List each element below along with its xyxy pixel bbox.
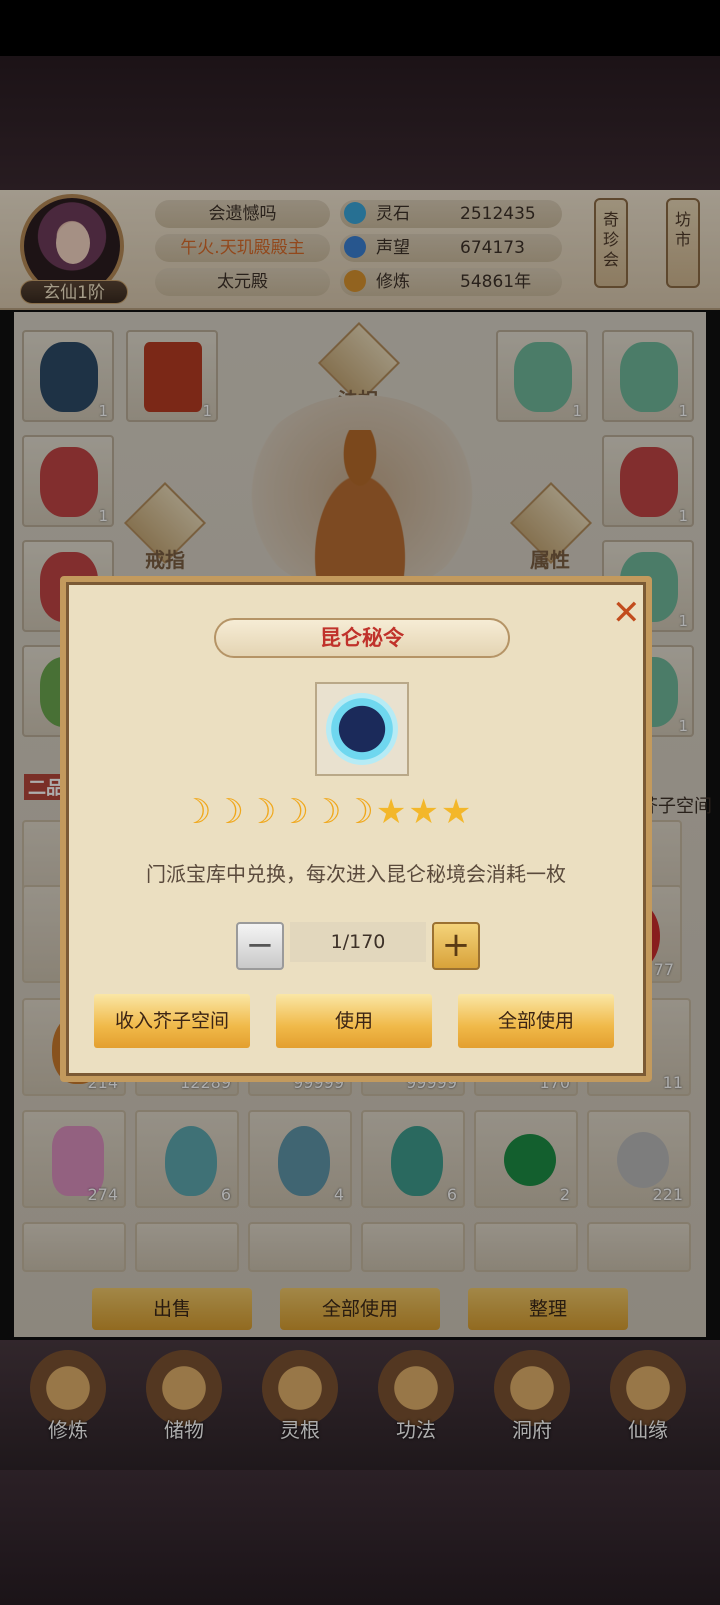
quantity-field[interactable]: 1/170 bbox=[290, 922, 426, 962]
decrease-button[interactable]: − bbox=[236, 922, 284, 970]
moon-icon: ☽ bbox=[213, 792, 246, 832]
use-button[interactable]: 使用 bbox=[276, 994, 432, 1048]
item-detail-dialog: 昆仑秘令 ✕ ☽☽☽☽☽☽★★★ 门派宝库中兑换，每次进入昆仑秘境会消耗一枚 −… bbox=[60, 576, 652, 1082]
moon-icon: ☽ bbox=[343, 792, 376, 832]
close-icon[interactable]: ✕ bbox=[612, 596, 641, 630]
constellation-orb-icon bbox=[326, 693, 398, 765]
moon-icon: ☽ bbox=[245, 792, 279, 832]
moon-icon: ☽ bbox=[310, 792, 344, 832]
item-description: 门派宝库中兑换，每次进入昆仑秘境会消耗一枚 bbox=[146, 862, 566, 886]
star-icon: ★ bbox=[440, 792, 474, 832]
status-bar bbox=[0, 0, 720, 56]
bottom-background bbox=[0, 1470, 720, 1605]
item-rating: ☽☽☽☽☽☽★★★ bbox=[181, 792, 541, 832]
store-in-mustard-space-button[interactable]: 收入芥子空间 bbox=[94, 994, 250, 1048]
moon-icon: ☽ bbox=[181, 792, 214, 832]
moon-icon: ☽ bbox=[278, 792, 311, 832]
star-icon: ★ bbox=[408, 792, 441, 832]
use-all-button[interactable]: 全部使用 bbox=[458, 994, 614, 1048]
star-icon: ★ bbox=[375, 792, 409, 832]
increase-button[interactable]: + bbox=[432, 922, 480, 970]
item-icon-frame bbox=[315, 682, 409, 776]
dialog-title: 昆仑秘令 bbox=[214, 618, 510, 658]
